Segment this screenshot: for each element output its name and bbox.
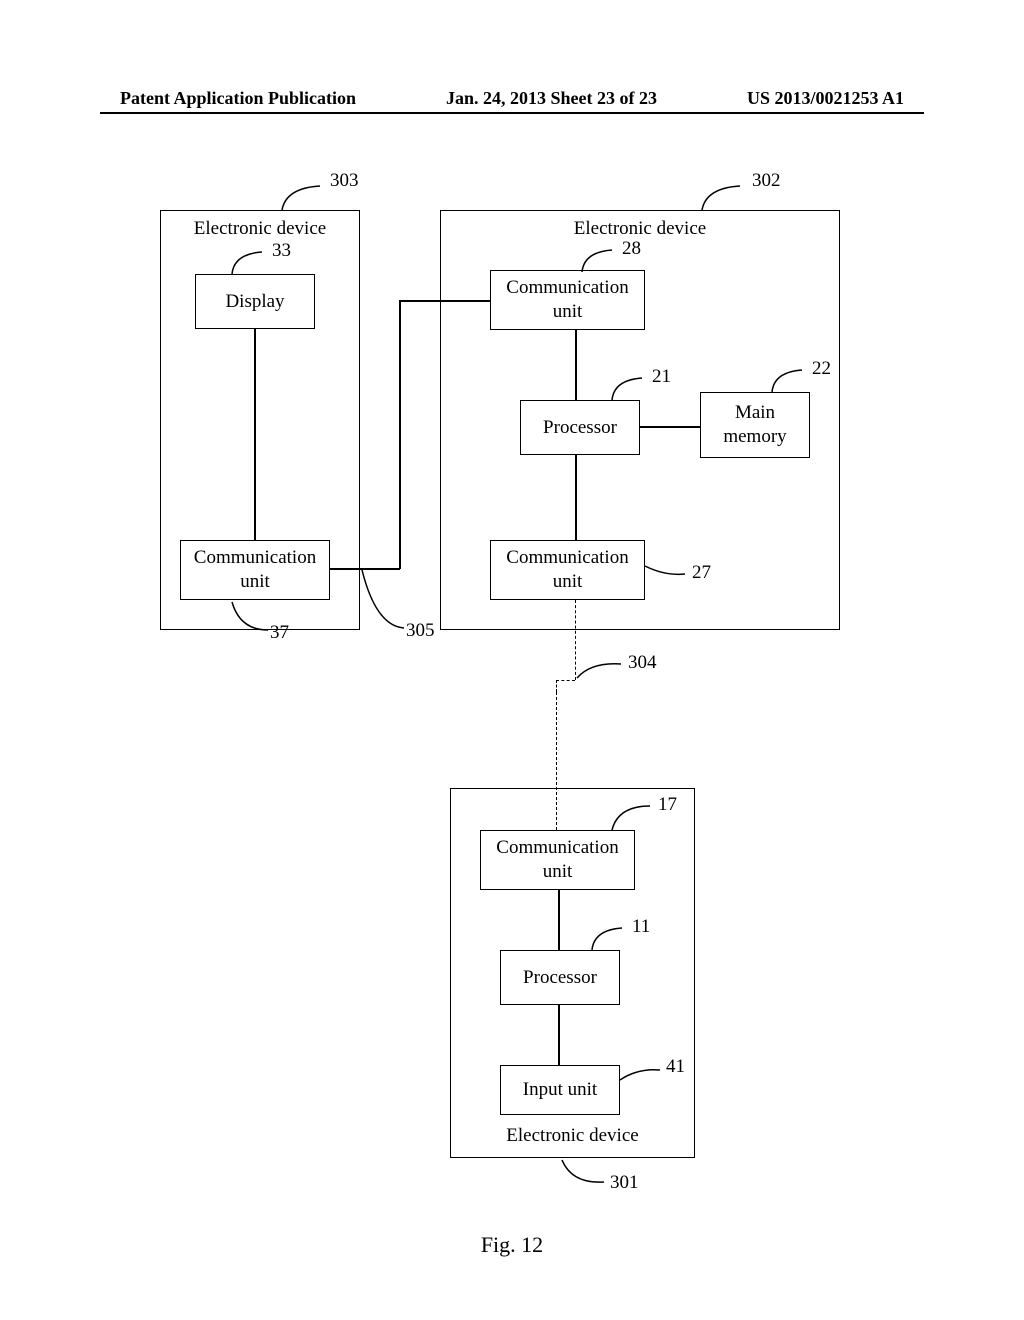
device-302-title: Electronic device bbox=[440, 218, 840, 240]
ref-305: 305 bbox=[406, 620, 435, 642]
device-301-input-label: Input unit bbox=[523, 1078, 597, 1102]
lead-11 bbox=[590, 924, 630, 952]
line-proc-to-comm2 bbox=[575, 455, 577, 540]
ref-303: 303 bbox=[330, 170, 359, 192]
device-301-processor-label: Processor bbox=[523, 966, 597, 990]
device-303-comm-box: Communication unit bbox=[180, 540, 330, 600]
lead-41 bbox=[620, 1066, 662, 1088]
ref-21: 21 bbox=[652, 366, 671, 388]
lead-304 bbox=[575, 660, 625, 682]
ref-33: 33 bbox=[272, 240, 291, 262]
device-302-processor-label: Processor bbox=[543, 416, 617, 440]
lead-305 bbox=[360, 568, 406, 634]
device-301-comm-label: Communication unit bbox=[489, 836, 626, 884]
ref-37: 37 bbox=[270, 622, 289, 644]
device-301-comm-box: Communication unit bbox=[480, 830, 635, 890]
ref-22: 22 bbox=[812, 358, 831, 380]
display-box: Display bbox=[195, 274, 315, 329]
device-302-mainmem-label: Main memory bbox=[709, 401, 801, 449]
device-302-comm2-box: Communication unit bbox=[490, 540, 645, 600]
lead-22 bbox=[770, 366, 810, 394]
lead-17 bbox=[610, 802, 654, 832]
ref-28: 28 bbox=[622, 238, 641, 260]
lead-301 bbox=[560, 1158, 606, 1188]
lead-33 bbox=[230, 248, 270, 276]
device-301-title: Electronic device bbox=[450, 1125, 695, 1147]
header-rule bbox=[100, 112, 924, 114]
line-proc301-to-input bbox=[558, 1005, 560, 1065]
link-304-step bbox=[556, 680, 575, 681]
device-302-mainmem-box: Main memory bbox=[700, 392, 810, 458]
figure-caption: Fig. 12 bbox=[0, 1232, 1024, 1258]
device-302-comm2-label: Communication unit bbox=[499, 546, 636, 594]
link-304-step-v bbox=[556, 680, 557, 692]
ref-17: 17 bbox=[658, 794, 677, 816]
ref-304: 304 bbox=[628, 652, 657, 674]
ref-11: 11 bbox=[632, 916, 650, 938]
device-301-processor-box: Processor bbox=[500, 950, 620, 1005]
device-301-input-box: Input unit bbox=[500, 1065, 620, 1115]
figure-diagram: Electronic device Display Communication … bbox=[0, 170, 1024, 1170]
device-302-comm1-box: Communication unit bbox=[490, 270, 645, 330]
link-304-lower bbox=[556, 692, 557, 830]
line-proc-to-mem bbox=[640, 426, 700, 428]
line-display-to-comm303 bbox=[254, 329, 256, 540]
lead-37 bbox=[230, 600, 270, 634]
lead-21 bbox=[610, 374, 650, 402]
lead-28 bbox=[580, 246, 620, 274]
device-302-processor-box: Processor bbox=[520, 400, 640, 455]
lead-27 bbox=[645, 564, 687, 580]
line-comm301-to-proc301 bbox=[558, 890, 560, 950]
display-label: Display bbox=[225, 290, 284, 314]
device-302-comm1-label: Communication unit bbox=[499, 276, 636, 324]
device-303-comm-label: Communication unit bbox=[189, 546, 321, 594]
header-left: Patent Application Publication bbox=[120, 88, 356, 109]
header-right: US 2013/0021253 A1 bbox=[747, 88, 904, 109]
ref-27: 27 bbox=[692, 562, 711, 584]
lead-302 bbox=[700, 182, 750, 212]
link-305-h-right bbox=[399, 300, 490, 302]
header-center: Jan. 24, 2013 Sheet 23 of 23 bbox=[446, 88, 657, 109]
ref-41: 41 bbox=[666, 1056, 685, 1078]
line-comm1-to-proc bbox=[575, 330, 577, 400]
ref-302: 302 bbox=[752, 170, 781, 192]
device-303-title: Electronic device bbox=[160, 218, 360, 240]
link-305-v bbox=[399, 300, 401, 569]
lead-303 bbox=[280, 182, 330, 212]
ref-301: 301 bbox=[610, 1172, 639, 1194]
